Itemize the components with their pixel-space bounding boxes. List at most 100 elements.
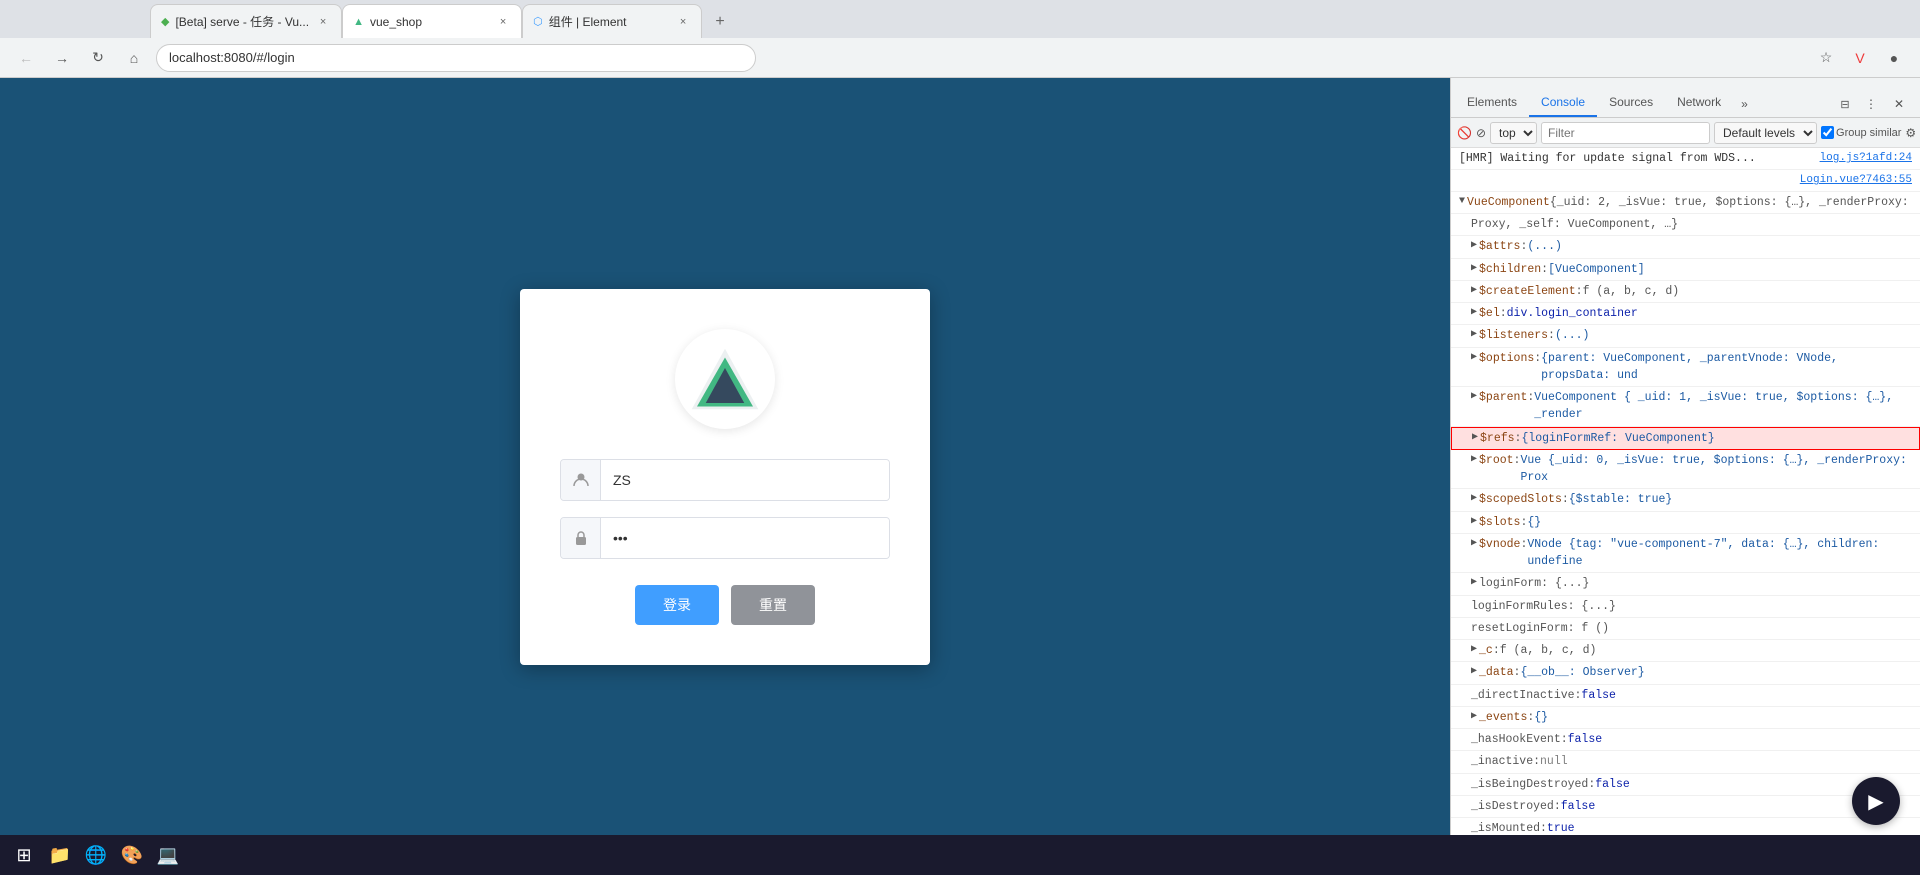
console-line-el[interactable]: ▶ $el : div.login_container	[1451, 303, 1920, 325]
devtools-tab-network[interactable]: Network	[1665, 89, 1733, 117]
float-action-button[interactable]: ▶	[1852, 777, 1900, 825]
float-play-icon: ▶	[1868, 789, 1883, 814]
console-line-isdestroyed: _isDestroyed: false	[1451, 796, 1920, 818]
username-input-group	[560, 459, 890, 501]
console-line-options[interactable]: ▶ $options : {parent: VueComponent, _par…	[1451, 348, 1920, 388]
forward-button[interactable]: →	[48, 44, 76, 72]
console-output: [HMR] Waiting for update signal from WDS…	[1451, 148, 1920, 863]
clear-console-btn[interactable]: 🚫	[1457, 122, 1472, 144]
folder-icon: 📁	[48, 843, 72, 867]
devtools-tab-sources[interactable]: Sources	[1597, 89, 1665, 117]
filter-input[interactable]	[1541, 122, 1710, 144]
console-line-refs[interactable]: ▶ $refs : {loginFormRef: VueComponent}	[1451, 427, 1920, 450]
login-button[interactable]: 登录	[635, 585, 719, 625]
vivaldi-icon[interactable]: V	[1846, 44, 1874, 72]
tab-beta[interactable]: ◆ [Beta] serve - 任务 - Vu... ×	[150, 4, 342, 38]
tab-element-close[interactable]: ×	[675, 14, 691, 30]
tab-element-label: 组件 | Element	[549, 13, 627, 30]
console-line-loginformrules: loginFormRules: {...}	[1451, 596, 1920, 618]
tab-element[interactable]: ⬡ 组件 | Element ×	[522, 4, 702, 38]
login-card: 登录 重置	[520, 289, 930, 665]
console-line-resetloginform: resetLoginForm: f ()	[1451, 618, 1920, 640]
browser-button[interactable]: 🌐	[80, 839, 112, 871]
design-button[interactable]: 🎨	[116, 839, 148, 871]
console-line-c[interactable]: ▶ _c : f (a, b, c, d)	[1451, 640, 1920, 662]
url-text: localhost:8080/#/login	[169, 50, 295, 65]
children-expand: ▶	[1471, 261, 1477, 276]
console-line-inactive: _inactive: null	[1451, 751, 1920, 773]
console-line-hashookevent: _hasHookEvent: false	[1451, 729, 1920, 751]
home-button[interactable]: ⌂	[120, 44, 148, 72]
browser-icons: ☆ V ●	[1812, 44, 1908, 72]
console-line-scopedslots[interactable]: ▶ $scopedSlots : {$stable: true}	[1451, 489, 1920, 511]
taskbar: ⊞ 📁 🌐 🎨 💻	[0, 835, 1920, 875]
lock-icon	[561, 518, 601, 558]
page-viewport: 登录 重置	[0, 78, 1450, 875]
new-tab-button[interactable]: +	[706, 8, 734, 36]
devtools-tab-more[interactable]: »	[1733, 91, 1756, 117]
vue-logo	[675, 329, 775, 429]
settings-gear-icon[interactable]: ⚙	[1905, 123, 1916, 143]
devtools-panel: Elements Console Sources Network » ⊟ ⋮ ✕	[1450, 78, 1920, 875]
expand-arrow: ▼	[1459, 194, 1465, 209]
console-line-data[interactable]: ▶ _data : {__ob__: Observer}	[1451, 662, 1920, 684]
reset-button[interactable]: 重置	[731, 585, 815, 625]
console-line-vuecomponent[interactable]: ▼ VueComponent {_uid: 2, _isVue: true, $…	[1451, 192, 1920, 214]
devtools-dock-btn[interactable]: ⊟	[1834, 93, 1856, 115]
console-line-parent[interactable]: ▶ $parent : VueComponent { _uid: 1, _isV…	[1451, 387, 1920, 427]
devtools-close-button[interactable]: ✕	[1886, 91, 1912, 117]
chrome-icon: 🌐	[84, 843, 108, 867]
tab-beta-label: [Beta] serve - 任务 - Vu...	[175, 13, 309, 30]
console-line-createelement[interactable]: ▶ $createElement : f (a, b, c, d)	[1451, 281, 1920, 303]
tab-bar: ◆ [Beta] serve - 任务 - Vu... × ▲ vue_shop…	[0, 0, 1920, 38]
login-vue-link[interactable]: Login.vue?7463:55	[1800, 172, 1912, 189]
tab-beta-close[interactable]: ×	[315, 14, 331, 30]
console-line-proxy: Proxy, _self: VueComponent, …}	[1451, 214, 1920, 236]
tab-favicon-beta: ◆	[161, 15, 169, 28]
console-line-hmr: [HMR] Waiting for update signal from WDS…	[1451, 148, 1920, 170]
url-bar[interactable]: localhost:8080/#/login	[156, 44, 756, 72]
group-similar-checkbox[interactable]	[1821, 126, 1834, 139]
console-line-loginvue: Login.vue?7463:55	[1451, 170, 1920, 192]
main-area: 登录 重置 Elements Console Sources Network	[0, 78, 1920, 875]
hmr-log-link[interactable]: log.js?1afd:24	[1820, 150, 1912, 167]
password-input-group	[560, 517, 890, 559]
attrs-expand: ▶	[1471, 238, 1477, 253]
vue-logo-svg	[690, 344, 760, 414]
level-select[interactable]: Default levels	[1714, 122, 1817, 144]
console-line-children[interactable]: ▶ $children : [VueComponent]	[1451, 259, 1920, 281]
tab-favicon-vue: ▲	[353, 16, 364, 28]
devtools-menu-btn[interactable]: ⋮	[1860, 93, 1882, 115]
tab-favicon-element: ⬡	[533, 15, 543, 28]
console-line-slots[interactable]: ▶ $slots : {}	[1451, 512, 1920, 534]
bookmark-icon[interactable]: ☆	[1812, 44, 1840, 72]
button-row: 登录 重置	[635, 585, 815, 625]
console-line-root[interactable]: ▶ $root : Vue {_uid: 0, _isVue: true, $o…	[1451, 450, 1920, 490]
devtools-tab-elements[interactable]: Elements	[1455, 89, 1529, 117]
console-line-events[interactable]: ▶ _events : {}	[1451, 707, 1920, 729]
tab-vue-shop-close[interactable]: ×	[495, 14, 511, 30]
profile-icon[interactable]: ●	[1880, 44, 1908, 72]
console-line-listeners[interactable]: ▶ $listeners : (...)	[1451, 325, 1920, 347]
devtools-tab-console[interactable]: Console	[1529, 89, 1597, 117]
powerpoint-icon: 🎨	[120, 843, 144, 867]
vscode-icon: 💻	[156, 843, 180, 867]
back-button[interactable]: ←	[12, 44, 40, 72]
context-select[interactable]: top	[1490, 122, 1537, 144]
devtools-toolbar: 🚫 ⊘ top Default levels Group similar ⚙	[1451, 118, 1920, 148]
start-button[interactable]: ⊞	[8, 839, 40, 871]
devtools-tabs: Elements Console Sources Network » ⊟ ⋮ ✕	[1451, 78, 1920, 118]
address-bar: ← → ↻ ⌂ localhost:8080/#/login ☆ V ●	[0, 38, 1920, 78]
username-input[interactable]	[601, 460, 889, 500]
password-input[interactable]	[601, 518, 889, 558]
browser-window: ◆ [Beta] serve - 任务 - Vu... × ▲ vue_shop…	[0, 0, 1920, 875]
console-line-vnode[interactable]: ▶ $vnode : VNode {tag: "vue-component-7"…	[1451, 534, 1920, 574]
file-explorer-button[interactable]: 📁	[44, 839, 76, 871]
tab-vue-shop[interactable]: ▲ vue_shop ×	[342, 4, 522, 38]
console-line-loginform[interactable]: ▶ loginForm: {...}	[1451, 573, 1920, 595]
code-button[interactable]: 💻	[152, 839, 184, 871]
tab-vue-shop-label: vue_shop	[370, 15, 422, 29]
reload-button[interactable]: ↻	[84, 44, 112, 72]
console-line-attrs[interactable]: ▶ $attrs : (...)	[1451, 236, 1920, 258]
filter-toggle-btn[interactable]: ⊘	[1476, 122, 1486, 144]
